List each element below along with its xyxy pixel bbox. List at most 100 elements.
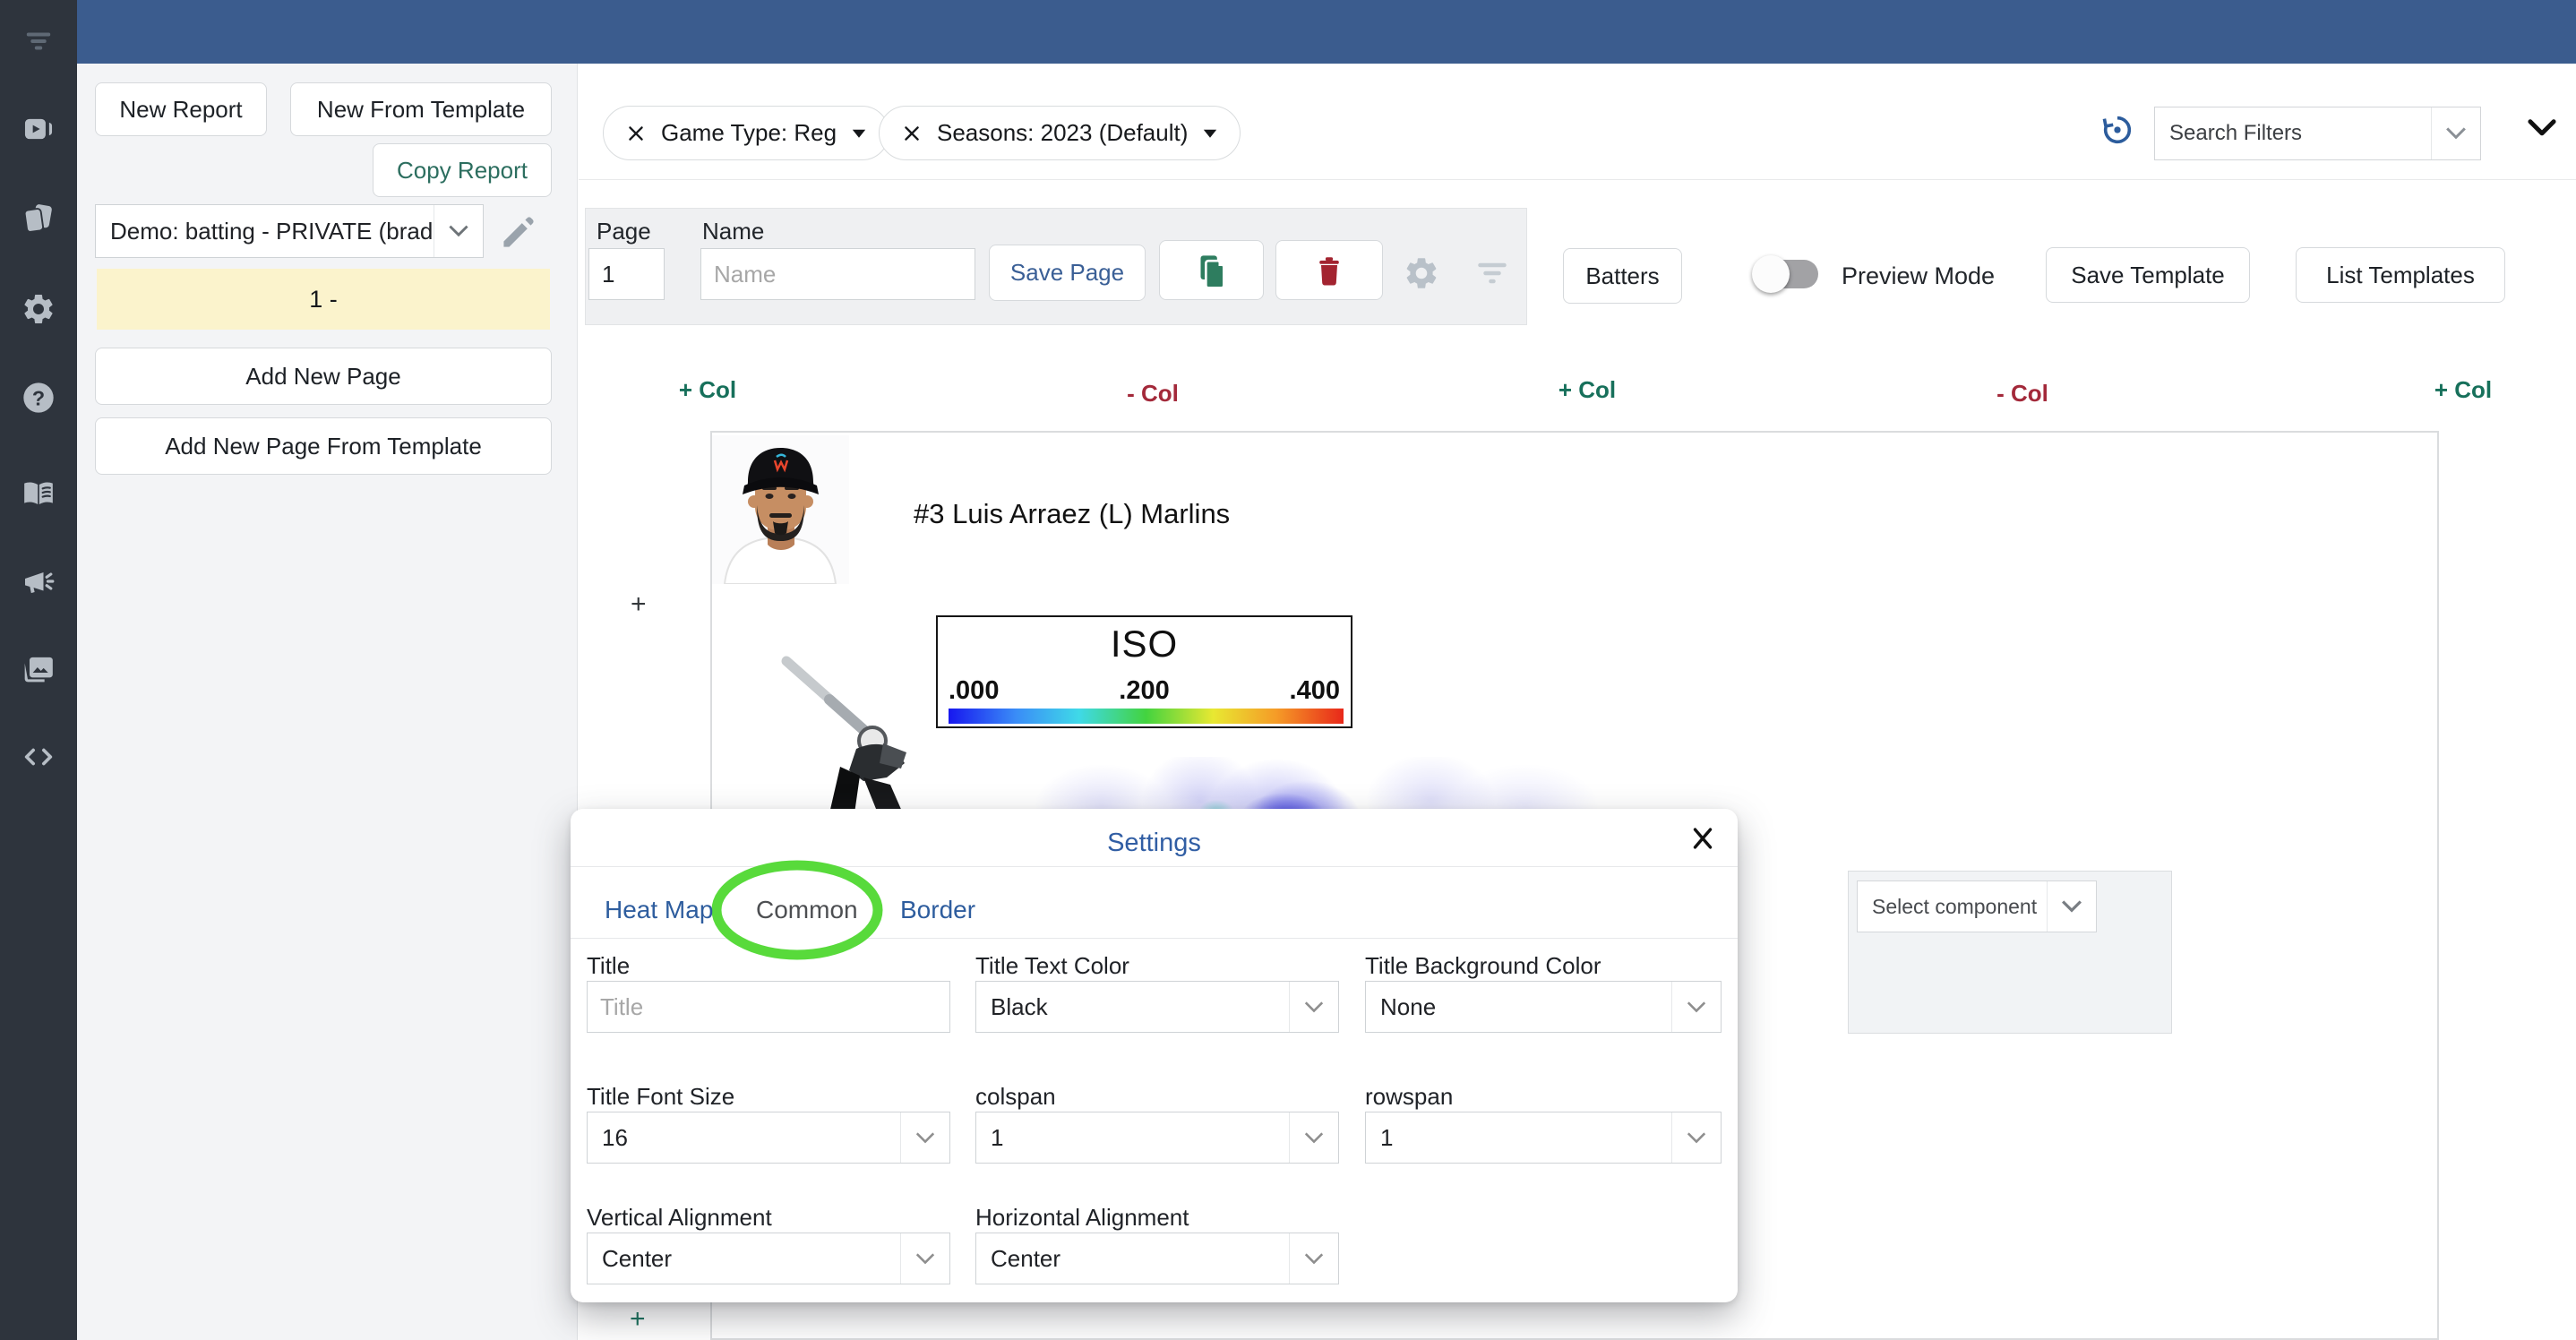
- cards-icon[interactable]: [21, 201, 56, 236]
- horizontal-alignment-select[interactable]: Center: [975, 1233, 1339, 1284]
- add-new-page-from-template-button[interactable]: Add New Page From Template: [95, 417, 552, 475]
- close-icon[interactable]: [1687, 823, 1718, 854]
- title-text-color-select[interactable]: Black: [975, 981, 1339, 1033]
- remove-column-control[interactable]: - Col: [1127, 380, 1179, 408]
- select-value: None: [1366, 982, 1671, 1032]
- docs-book-icon[interactable]: [21, 476, 56, 511]
- help-icon[interactable]: ?: [21, 380, 56, 416]
- chip-label: Game Type: Reg: [661, 119, 837, 147]
- code-icon[interactable]: [21, 739, 56, 775]
- svg-text:?: ?: [32, 386, 45, 409]
- remove-filter-icon[interactable]: [625, 123, 647, 144]
- filter-chip-seasons[interactable]: Seasons: 2023 (Default): [879, 106, 1241, 160]
- chevron-down-icon: [434, 205, 483, 257]
- history-icon[interactable]: [2100, 113, 2134, 147]
- chevron-down-icon: [2431, 107, 2480, 159]
- modal-title: Settings: [571, 829, 1738, 858]
- page-list-item[interactable]: 1 -: [97, 269, 550, 330]
- tab-heat-map[interactable]: Heat Map: [605, 896, 713, 924]
- toggle-knob: [1752, 255, 1790, 293]
- filter-lines-icon[interactable]: [21, 23, 56, 59]
- legend-title: ISO: [938, 623, 1351, 666]
- iso-heatmap: [985, 757, 1612, 809]
- tab-border[interactable]: Border: [900, 896, 975, 924]
- new-report-button[interactable]: New Report: [95, 82, 267, 136]
- filter-bar-divider: [579, 179, 2576, 180]
- empty-component-cell: Select component: [1848, 871, 2172, 1034]
- add-column-control[interactable]: + Col: [679, 376, 736, 404]
- video-library-icon[interactable]: [21, 111, 56, 147]
- add-new-page-button[interactable]: Add New Page: [95, 348, 552, 405]
- horizontal-alignment-label: Horizontal Alignment: [975, 1204, 1189, 1232]
- remove-column-control[interactable]: - Col: [1996, 380, 2048, 408]
- filter-chip-game-type[interactable]: Game Type: Reg: [603, 106, 889, 160]
- title-input[interactable]: [587, 981, 950, 1033]
- copy-page-button[interactable]: [1159, 240, 1264, 300]
- report-builder-app: ? New Report New From Template Copy Repo…: [0, 0, 2576, 1340]
- search-filters-combobox[interactable]: Search Filters: [2154, 107, 2481, 160]
- preview-mode-toggle[interactable]: [1757, 260, 1818, 288]
- page-name-input[interactable]: [700, 248, 975, 300]
- add-row-control[interactable]: +: [630, 1304, 646, 1335]
- modal-divider: [571, 938, 1738, 939]
- rowspan-label: rowspan: [1365, 1083, 1453, 1111]
- add-row-control[interactable]: +: [631, 589, 647, 620]
- copy-report-button[interactable]: Copy Report: [373, 143, 552, 197]
- save-page-button[interactable]: Save Page: [989, 245, 1146, 301]
- title-background-color-label: Title Background Color: [1365, 952, 1601, 980]
- remove-filter-icon[interactable]: [901, 123, 923, 144]
- page-settings-gear-icon[interactable]: [1403, 254, 1440, 292]
- save-template-button[interactable]: Save Template: [2046, 247, 2250, 303]
- add-column-control[interactable]: + Col: [1558, 376, 1616, 404]
- title-font-size-select[interactable]: 16: [587, 1112, 950, 1164]
- title-text-color-label: Title Text Color: [975, 952, 1129, 980]
- app-sidebar: ?: [0, 0, 77, 1340]
- edit-pencil-icon[interactable]: [498, 213, 537, 253]
- settings-modal: Settings Heat Map Common Border Title Ti…: [571, 809, 1738, 1302]
- select-value: Black: [976, 982, 1289, 1032]
- top-navigation-bar: [77, 0, 2576, 64]
- select-component-dropdown[interactable]: Select component: [1857, 880, 2097, 932]
- chevron-down-icon: [1289, 1233, 1338, 1284]
- select-value: 16: [588, 1112, 900, 1163]
- chevron-down-icon: [900, 1112, 949, 1163]
- chevron-down-icon[interactable]: [851, 128, 867, 139]
- search-filters-placeholder: Search Filters: [2155, 107, 2431, 159]
- report-select-value: Demo: batting - PRIVATE (brad...: [96, 205, 434, 257]
- rowspan-select[interactable]: 1: [1365, 1112, 1722, 1164]
- image-gallery-icon[interactable]: [21, 652, 56, 688]
- legend-tick-max: .400: [1290, 676, 1340, 706]
- legend-gradient-bar: [949, 709, 1344, 724]
- page-filter-icon[interactable]: [1476, 260, 1508, 287]
- tab-common[interactable]: Common: [756, 896, 846, 924]
- trash-icon: [1313, 253, 1345, 288]
- vertical-alignment-select[interactable]: Center: [587, 1233, 950, 1284]
- gear-icon[interactable]: [21, 291, 56, 327]
- collapse-filters-chevron-icon[interactable]: [2528, 118, 2556, 138]
- batters-button[interactable]: Batters: [1563, 248, 1682, 304]
- title-background-color-select[interactable]: None: [1365, 981, 1722, 1033]
- chevron-down-icon: [2047, 881, 2096, 932]
- delete-page-button[interactable]: [1275, 240, 1383, 300]
- select-value: 1: [1366, 1112, 1671, 1163]
- select-value: 1: [976, 1112, 1289, 1163]
- report-select[interactable]: Demo: batting - PRIVATE (brad...: [95, 204, 484, 258]
- add-column-control[interactable]: + Col: [2434, 376, 2492, 404]
- player-header: #3 Luis Arraez (L) Marlins: [914, 498, 1230, 530]
- title-font-size-label: Title Font Size: [587, 1083, 734, 1111]
- chip-label: Seasons: 2023 (Default): [937, 119, 1188, 147]
- new-from-template-button[interactable]: New From Template: [290, 82, 552, 136]
- colspan-select[interactable]: 1: [975, 1112, 1339, 1164]
- title-label: Title: [587, 952, 630, 980]
- preview-mode-label: Preview Mode: [1842, 262, 1995, 290]
- modal-divider: [571, 866, 1738, 867]
- page-number-input[interactable]: [588, 248, 665, 300]
- select-value: Center: [976, 1233, 1289, 1284]
- announcements-icon[interactable]: [21, 563, 56, 599]
- chevron-down-icon: [1671, 982, 1721, 1032]
- chevron-down-icon[interactable]: [1202, 128, 1218, 139]
- select-value: Center: [588, 1233, 900, 1284]
- list-templates-button[interactable]: List Templates: [2296, 247, 2505, 303]
- chevron-down-icon: [1671, 1112, 1721, 1163]
- copy-document-icon: [1194, 251, 1230, 290]
